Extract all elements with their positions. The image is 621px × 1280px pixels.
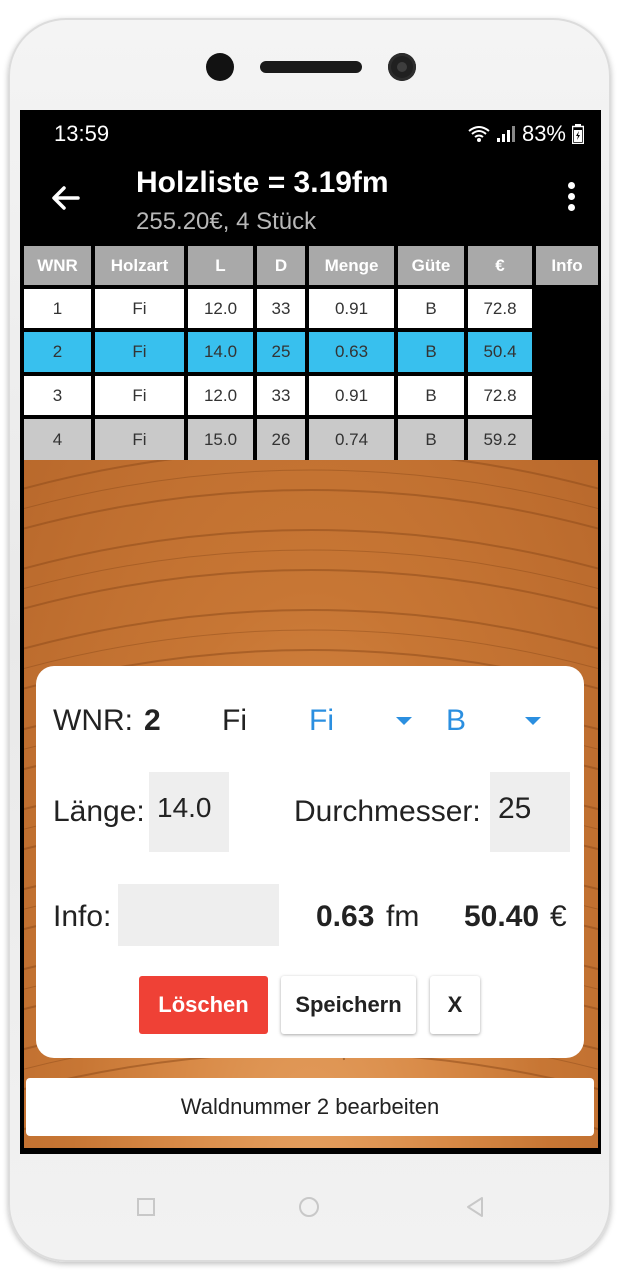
- table-cell[interactable]: B: [398, 289, 464, 328]
- holzart-dropdown-icon[interactable]: [396, 717, 412, 725]
- edit-dialog: WNR: 2 Fi Fi B Länge: 14.0 Durchmesser: …: [36, 666, 584, 1058]
- back-arrow-icon[interactable]: [48, 180, 84, 216]
- holzart-select[interactable]: Fi: [309, 704, 334, 738]
- wnr-label: WNR:: [53, 704, 133, 737]
- preis-value: 50.40: [464, 900, 540, 933]
- table-cell[interactable]: 72.8: [468, 376, 532, 415]
- back-nav-icon[interactable]: [464, 1196, 486, 1218]
- column-header[interactable]: Menge: [309, 246, 394, 285]
- table-cell-selected[interactable]: 14.0: [188, 332, 253, 372]
- battery-percent: 83%: [521, 121, 566, 146]
- durchmesser-label: Durchmesser:: [294, 795, 481, 828]
- table-cell-selected[interactable]: 25: [257, 332, 305, 372]
- holzart-text: Fi: [222, 704, 247, 737]
- preis-unit: €: [550, 900, 567, 933]
- signal-icon: [496, 126, 515, 142]
- column-header[interactable]: L: [188, 246, 253, 285]
- table-cell[interactable]: 26: [257, 419, 305, 460]
- table-cell[interactable]: 0.74: [309, 419, 394, 460]
- save-button[interactable]: Speichern: [281, 976, 416, 1034]
- table-cell-selected[interactable]: 0.63: [309, 332, 394, 372]
- table-cell[interactable]: 3: [24, 376, 91, 415]
- close-button[interactable]: X: [430, 976, 480, 1034]
- wnr-value: 2: [144, 704, 161, 737]
- home-icon[interactable]: [299, 1197, 319, 1217]
- column-header[interactable]: D: [257, 246, 305, 285]
- menge-value: 0.63: [316, 900, 375, 933]
- column-header[interactable]: WNR: [24, 246, 91, 285]
- column-header[interactable]: Güte: [398, 246, 464, 285]
- table-cell-selected[interactable]: 2: [24, 332, 91, 372]
- info-input[interactable]: [118, 884, 279, 946]
- status-bar: 13:59 83%: [24, 118, 598, 152]
- table-cell[interactable]: Fi: [95, 419, 184, 460]
- snackbar: Waldnummer 2 bearbeiten: [26, 1078, 594, 1136]
- table-cell[interactable]: 0.91: [309, 376, 394, 415]
- table-cell[interactable]: Fi: [95, 289, 184, 328]
- table-cell[interactable]: 33: [257, 376, 305, 415]
- guete-dropdown-icon[interactable]: [525, 717, 541, 725]
- page-title: Holzliste = 3.19fm: [136, 166, 389, 199]
- page-subtitle: 255.20€, 4 Stück: [136, 208, 317, 235]
- table-cell-selected[interactable]: B: [398, 332, 464, 372]
- battery-charging-icon: [572, 124, 584, 144]
- table-cell-selected[interactable]: 50.4: [468, 332, 532, 372]
- app-bar: Holzliste = 3.19fm 255.20€, 4 Stück: [24, 152, 598, 244]
- recent-apps-icon[interactable]: [137, 1198, 155, 1216]
- laenge-label: Länge:: [53, 795, 145, 828]
- table-cell-selected[interactable]: Fi: [95, 332, 184, 372]
- info-label: Info:: [53, 900, 112, 933]
- wood-table: WNR Holzart L D Menge Güte € Info 1 Fi 1…: [24, 244, 598, 460]
- front-camera: [388, 53, 416, 81]
- column-header[interactable]: Holzart: [95, 246, 184, 285]
- status-time: 13:59: [54, 121, 110, 146]
- column-header[interactable]: Info: [536, 246, 598, 285]
- table-cell[interactable]: 59.2: [468, 419, 532, 460]
- menge-unit: fm: [386, 900, 420, 933]
- table-cell[interactable]: B: [398, 376, 464, 415]
- laenge-input[interactable]: 14.0: [149, 772, 229, 852]
- table-cell[interactable]: 33: [257, 289, 305, 328]
- table-cell[interactable]: 72.8: [468, 289, 532, 328]
- delete-button[interactable]: Löschen: [139, 976, 268, 1034]
- screen: 13:59 83% Holzliste = 3.19fm 255.20€, 4 …: [24, 118, 598, 1148]
- earpiece-speaker: [260, 61, 362, 73]
- table-cell[interactable]: 0.91: [309, 289, 394, 328]
- durchmesser-input[interactable]: 25: [490, 772, 570, 852]
- table-cell[interactable]: 1: [24, 289, 91, 328]
- status-right: 83%: [468, 121, 584, 147]
- wifi-icon: [468, 126, 490, 142]
- overflow-menu-icon[interactable]: [566, 182, 576, 214]
- front-sensor: [206, 53, 234, 81]
- table-cell[interactable]: 15.0: [188, 419, 253, 460]
- table-cell[interactable]: Fi: [95, 376, 184, 415]
- guete-select[interactable]: B: [446, 704, 466, 738]
- column-header[interactable]: €: [468, 246, 532, 285]
- table-cell[interactable]: 12.0: [188, 289, 253, 328]
- table-cell[interactable]: 4: [24, 419, 91, 460]
- table-cell[interactable]: B: [398, 419, 464, 460]
- table-cell[interactable]: 12.0: [188, 376, 253, 415]
